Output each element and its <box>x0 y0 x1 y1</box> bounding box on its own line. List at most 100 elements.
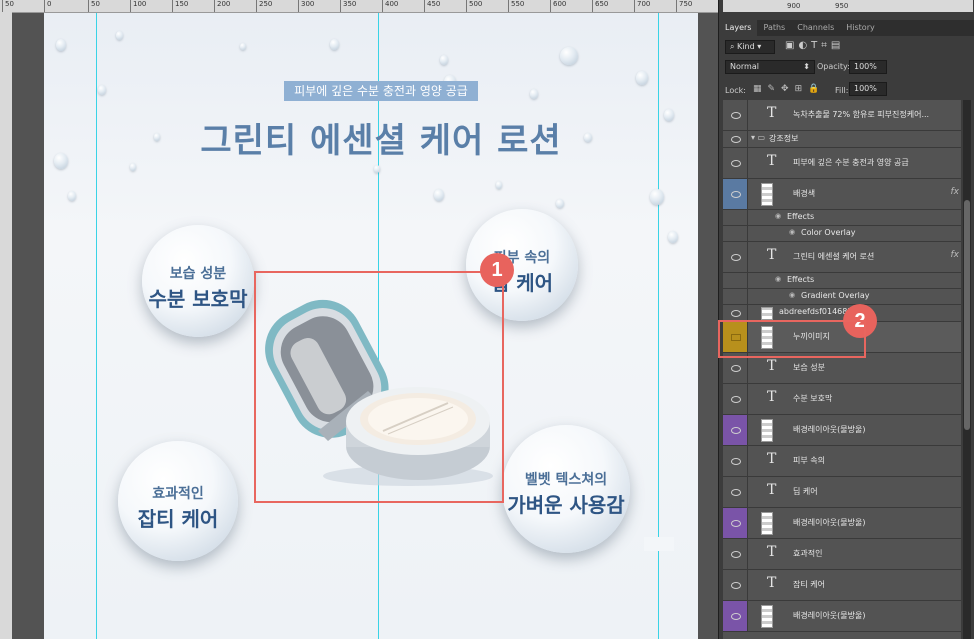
visibility-toggle[interactable] <box>723 210 748 225</box>
layer-row[interactable]: ▾ ▭ 강조정보 <box>723 131 961 148</box>
ruler-tick: 450 <box>424 0 440 12</box>
tab-history[interactable]: History <box>840 20 880 36</box>
tab-channels[interactable]: Channels <box>791 20 840 36</box>
visibility-toggle[interactable] <box>723 601 748 631</box>
water-drop <box>636 71 648 85</box>
water-drop <box>374 165 380 173</box>
visibility-toggle[interactable] <box>723 305 748 321</box>
fill-input[interactable]: 100% <box>849 82 887 96</box>
visibility-toggle[interactable] <box>723 242 748 272</box>
layer-name: Color Overlay <box>801 227 856 237</box>
layer-thumbnail <box>761 307 773 320</box>
visibility-toggle[interactable] <box>723 384 748 414</box>
layer-name: 그린티 에센셜 케어 로션 <box>793 252 875 261</box>
kind-filter-select[interactable]: ⌕ Kind ▾ <box>725 40 775 54</box>
layer-row[interactable]: T 수분 보호막 <box>723 384 961 415</box>
tab-layers[interactable]: Layers <box>719 20 758 36</box>
eye-icon <box>731 254 741 261</box>
selection-highlight <box>254 271 504 503</box>
layer-row[interactable]: T 잡티 케어 <box>723 570 961 601</box>
layer-row[interactable]: 배경레이아웃(물방울) <box>723 415 961 446</box>
layer-row[interactable]: ◉ Color Overlay <box>723 226 961 242</box>
layer-name: 보습 성분 <box>793 363 825 372</box>
text-layer-icon: T <box>767 482 777 498</box>
visibility-toggle[interactable] <box>723 539 748 569</box>
eye-icon <box>731 582 741 589</box>
document-canvas[interactable]: 피부에 깊은 수분 충전과 영양 공급 그린티 에센셜 케어 로션 보습 성분 … <box>44 13 698 639</box>
visibility-toggle[interactable] <box>723 179 748 209</box>
tab-paths[interactable]: Paths <box>757 20 791 36</box>
water-drop <box>664 109 674 121</box>
layer-thumbnail <box>761 183 773 206</box>
layer-row[interactable]: ◉ Gradient Overlay <box>723 289 961 305</box>
folder-icon[interactable]: ▾ ▭ <box>751 133 765 142</box>
water-drop <box>68 191 76 201</box>
layer-row[interactable]: ◉ Effects <box>723 273 961 289</box>
canvas-fragment <box>644 537 674 551</box>
layer-row[interactable]: 배경레이아웃(물방울) <box>723 601 961 632</box>
ruler-tick: 350 <box>340 0 356 12</box>
ruler-tick: 50 <box>2 0 14 12</box>
layer-row[interactable]: T 피부 속의 <box>723 446 961 477</box>
visibility-toggle[interactable] <box>723 148 748 178</box>
text-layer-icon: T <box>767 451 777 467</box>
canvas-workspace[interactable]: 피부에 깊은 수분 충전과 영양 공급 그린티 에센셜 케어 로션 보습 성분 … <box>12 13 718 639</box>
visibility-toggle[interactable] <box>723 100 748 130</box>
visibility-toggle[interactable] <box>723 415 748 445</box>
water-drop <box>496 181 502 189</box>
visibility-toggle[interactable] <box>723 477 748 507</box>
visibility-toggle[interactable] <box>723 570 748 600</box>
filter-icons[interactable]: ▣◐T⌗▤ <box>785 40 844 51</box>
layer-row[interactable]: T 녹차추출물 72% 함유로 피부진정케어... <box>723 100 961 131</box>
layer-row[interactable]: T 딥 케어 <box>723 477 961 508</box>
layer-row[interactable]: T 피부에 깊은 수분 충전과 영양 공급 <box>723 148 961 179</box>
effect-icon: ◉ <box>789 291 796 299</box>
water-drop <box>330 39 339 50</box>
panel-tabs: Layers Paths Channels History <box>719 20 974 36</box>
layer-row[interactable]: 배경색 fx <box>723 179 961 210</box>
visibility-toggle[interactable] <box>723 446 748 476</box>
feature-bubble: 벨벳 텍스쳐의 가벼운 사용감 <box>502 425 630 553</box>
lock-icons[interactable]: ▦✎✥⊞🔒 <box>753 84 825 94</box>
visibility-toggle[interactable] <box>723 131 748 147</box>
eye-icon <box>731 520 741 527</box>
visibility-toggle[interactable] <box>723 508 748 538</box>
bubble-line2: 수분 보호막 <box>148 287 248 311</box>
scrollbar-thumb[interactable] <box>964 200 970 430</box>
layer-row[interactable]: T 효과적인 <box>723 539 961 570</box>
eye-icon <box>731 427 741 434</box>
layer-name: 배경레이아웃(물방울) <box>793 611 866 620</box>
layer-row[interactable]: ◉ Effects <box>723 210 961 226</box>
page-title: 그린티 에센셜 케어 로션 <box>200 121 562 161</box>
text-layer-icon: T <box>767 105 777 121</box>
opacity-label: Opacity: <box>817 62 850 71</box>
layer-name: 피부에 깊은 수분 충전과 영양 공급 <box>793 158 909 167</box>
layer-row[interactable]: 배경레이아웃(물방울) <box>723 508 961 539</box>
visibility-toggle[interactable] <box>723 226 748 241</box>
visibility-toggle[interactable] <box>723 273 748 288</box>
layer-name: 딥 케어 <box>793 487 818 496</box>
eye-icon <box>731 112 741 119</box>
bubble-line2: 잡티 케어 <box>137 507 219 531</box>
layer-name: 배경레이아웃(물방울) <box>793 518 866 527</box>
ruler-tick: 0 <box>44 0 51 12</box>
visibility-toggle[interactable] <box>723 289 748 304</box>
opacity-input[interactable]: 100% <box>849 60 887 74</box>
guide-line[interactable] <box>96 13 97 639</box>
layer-name: 피부 속의 <box>793 456 825 465</box>
blend-mode-select[interactable]: Normal ⬍ <box>725 60 815 74</box>
eye-icon <box>731 191 741 198</box>
ruler-tick: 200 <box>214 0 230 12</box>
layer-name: 녹차추출물 72% 함유로 피부진정케어... <box>793 110 930 119</box>
bubble-line1: 보습 성분 <box>169 266 227 282</box>
layer-name: Effects <box>787 211 815 221</box>
layers-scrollbar[interactable] <box>963 100 971 639</box>
bubble-line1: 벨벳 텍스쳐의 <box>524 472 608 488</box>
effects-icon: ◉ <box>775 275 782 283</box>
layer-highlight-box <box>718 320 866 358</box>
fx-icon[interactable]: fx <box>951 250 960 260</box>
fx-icon[interactable]: fx <box>951 187 960 197</box>
chevron-down-icon: ⬍ <box>803 62 810 71</box>
layer-row[interactable]: T 그린티 에센셜 케어 로션 fx <box>723 242 961 273</box>
water-drop <box>530 89 538 99</box>
